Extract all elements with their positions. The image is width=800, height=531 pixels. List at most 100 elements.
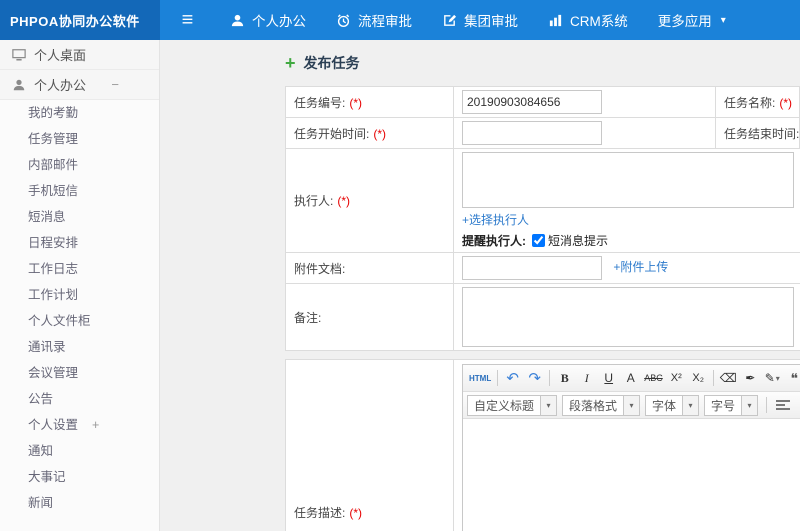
table-row-executor: 执行人: (*) +选择执行人 提醒执行人: 短消息提示 — [285, 148, 800, 253]
sidebar-item-meeting-management[interactable]: 会议管理 — [0, 360, 159, 386]
sidebar-item-notification[interactable]: 通知 — [0, 438, 159, 464]
format-brush-icon[interactable]: ✒ — [740, 368, 761, 389]
caret-down-icon: ▾ — [741, 395, 758, 415]
topbar: PHPOA协同办公软件 ≡ 个人办公 流程审批 集团审批 CRM系统 更多应用 … — [0, 0, 800, 40]
underline-button[interactable]: U — [598, 368, 619, 389]
executor-textarea[interactable] — [462, 152, 794, 208]
user-icon — [231, 14, 244, 26]
caret-down-icon: ▾ — [623, 395, 640, 415]
required-mark: (*) — [779, 95, 793, 110]
toolbar-separator — [497, 370, 499, 386]
table-row-remark: 备注: — [285, 283, 800, 351]
sidebar-item-schedule[interactable]: 日程安排 — [0, 230, 159, 256]
table-row-attachment: 附件文档: +附件上传 — [285, 252, 800, 284]
required-mark: (*) — [373, 126, 387, 141]
chart-icon — [549, 14, 562, 26]
toolbar-separator — [549, 370, 551, 386]
sms-remind-checkbox[interactable] — [532, 234, 545, 247]
undo-button[interactable]: ↶ — [502, 368, 523, 389]
remind-row: 提醒执行人: 短消息提示 — [462, 232, 800, 249]
sidebar-item-personal-desktop[interactable]: 个人桌面 — [0, 40, 159, 70]
menu-icon[interactable]: ≡ — [160, 0, 215, 40]
end-time-label: 任务结束时间:(*) — [715, 117, 800, 149]
nav-personal-office[interactable]: 个人办公 — [215, 0, 321, 40]
nav-label: 更多应用 — [657, 14, 712, 29]
sidebar-item-mobile-sms[interactable]: 手机短信 — [0, 178, 159, 204]
sms-remind-label: 短消息提示 — [548, 234, 609, 248]
nav-group-approval[interactable]: 集团审批 — [427, 0, 533, 40]
paragraph-format-select[interactable]: 段落格式 ▾ — [562, 394, 641, 416]
sidebar: 个人桌面 个人办公 − 我的考勤 任务管理 内部邮件 手机短信 短消息 日程安排… — [0, 40, 160, 531]
sidebar-item-personal-office[interactable]: 个人办公 − — [0, 70, 159, 100]
caret-down-icon: ▾ — [682, 395, 699, 415]
sidebar-item-personal-file-cabinet[interactable]: 个人文件柜 — [0, 308, 159, 334]
toolbar-separator — [766, 397, 768, 413]
sidebar-item-memorabilia[interactable]: 大事记 — [0, 464, 159, 490]
nav-label: 个人办公 — [252, 14, 306, 29]
nav-workflow-approval[interactable]: 流程审批 — [321, 0, 427, 40]
table-gap — [285, 351, 800, 359]
start-time-label: 任务开始时间: (*) — [285, 117, 454, 149]
plus-icon: + — [285, 53, 296, 73]
sidebar-item-announcement[interactable]: 公告 — [0, 386, 159, 412]
attachment-label: 附件文档: — [285, 252, 454, 284]
attachment-upload-link[interactable]: +附件上传 — [613, 260, 668, 274]
remark-label: 备注: — [285, 283, 454, 351]
sidebar-item-my-attendance[interactable]: 我的考勤 — [0, 100, 159, 126]
subscript-button[interactable]: X₂ — [688, 368, 709, 389]
collapse-icon[interactable]: − — [111, 77, 119, 92]
main-content: + 发布任务 任务编号:(*) 任务名称:(*) 任务开始时间:(*) 任务结束… — [160, 40, 800, 531]
page-title: 发布任务 — [303, 55, 360, 71]
top-nav: 个人办公 流程审批 集团审批 CRM系统 更多应用 ▾ — [215, 0, 741, 40]
nav-label: CRM系统 — [570, 14, 628, 29]
highlight-pen-icon[interactable]: ✎ ▾ — [762, 368, 783, 389]
executor-label: 执行人: (*) — [285, 148, 454, 253]
font-button[interactable]: A — [620, 368, 641, 389]
attachment-input[interactable] — [462, 256, 602, 280]
nav-more-apps[interactable]: 更多应用 ▾ — [643, 0, 741, 40]
app-logo: PHPOA协同办公软件 — [0, 0, 160, 40]
eraser-icon[interactable]: ⌫ — [718, 368, 739, 389]
bold-button[interactable]: B — [554, 368, 575, 389]
task-form-table: 任务编号:(*) 任务名称:(*) 任务开始时间:(*) 任务结束时间:(*) … — [285, 86, 800, 351]
remark-textarea[interactable] — [462, 287, 794, 347]
caret-down-icon: ▾ — [540, 395, 557, 415]
toolbar-separator — [712, 370, 714, 386]
task-number-input[interactable] — [462, 90, 602, 114]
editor-toolbar-row2: 自定义标题 ▾ 段落格式 ▾ 字体 ▾ 字号 ▾ — [463, 392, 800, 419]
font-size-select[interactable]: 字号 ▾ — [704, 394, 759, 416]
sidebar-item-news[interactable]: 新闻 — [0, 490, 159, 516]
align-left-icon[interactable] — [776, 400, 791, 410]
description-label: 任务描述: (*) — [285, 359, 454, 531]
redo-button[interactable]: ↷ — [524, 368, 545, 389]
nav-crm-system[interactable]: CRM系统 — [533, 0, 643, 40]
sidebar-item-label: 个人桌面 — [34, 48, 87, 63]
table-row-description: 任务描述: (*) HTML ↶ ↷ B I U A ABC X² X₂ ⌫ ✒… — [285, 359, 800, 531]
start-time-input[interactable] — [462, 121, 602, 145]
custom-title-select[interactable]: 自定义标题 ▾ — [467, 394, 558, 416]
editor-toolbar-row1: HTML ↶ ↷ B I U A ABC X² X₂ ⌫ ✒ ✎ ▾ ❝ — [463, 365, 800, 392]
nav-label: 流程审批 — [358, 14, 412, 29]
strikethrough-button[interactable]: ABC — [642, 368, 665, 389]
sidebar-item-address-book[interactable]: 通讯录 — [0, 334, 159, 360]
page-title-bar: + 发布任务 — [285, 52, 800, 74]
task-description-table: 任务描述: (*) HTML ↶ ↷ B I U A ABC X² X₂ ⌫ ✒… — [285, 359, 800, 531]
blockquote-button[interactable]: ❝ — [784, 368, 800, 389]
editor-content-area[interactable] — [463, 419, 800, 531]
sidebar-item-work-plan[interactable]: 工作计划 — [0, 282, 159, 308]
rich-text-editor: HTML ↶ ↷ B I U A ABC X² X₂ ⌫ ✒ ✎ ▾ ❝ 自定义… — [462, 364, 800, 531]
expand-icon[interactable]: + — [92, 418, 99, 432]
table-row-start-time: 任务开始时间:(*) 任务结束时间:(*) — [285, 117, 800, 149]
caret-down-icon: ▾ — [775, 373, 780, 383]
choose-executor-link[interactable]: +选择执行人 — [462, 213, 529, 227]
sidebar-item-short-message[interactable]: 短消息 — [0, 204, 159, 230]
sidebar-item-internal-mail[interactable]: 内部邮件 — [0, 152, 159, 178]
superscript-button[interactable]: X² — [666, 368, 687, 389]
html-source-button[interactable]: HTML — [467, 368, 493, 389]
sidebar-item-task-management[interactable]: 任务管理 — [0, 126, 159, 152]
font-family-select[interactable]: 字体 ▾ — [645, 394, 700, 416]
sidebar-item-personal-settings[interactable]: 个人设置 + — [0, 412, 159, 438]
sidebar-item-work-log[interactable]: 工作日志 — [0, 256, 159, 282]
caret-down-icon: ▾ — [720, 14, 726, 26]
italic-button[interactable]: I — [576, 368, 597, 389]
